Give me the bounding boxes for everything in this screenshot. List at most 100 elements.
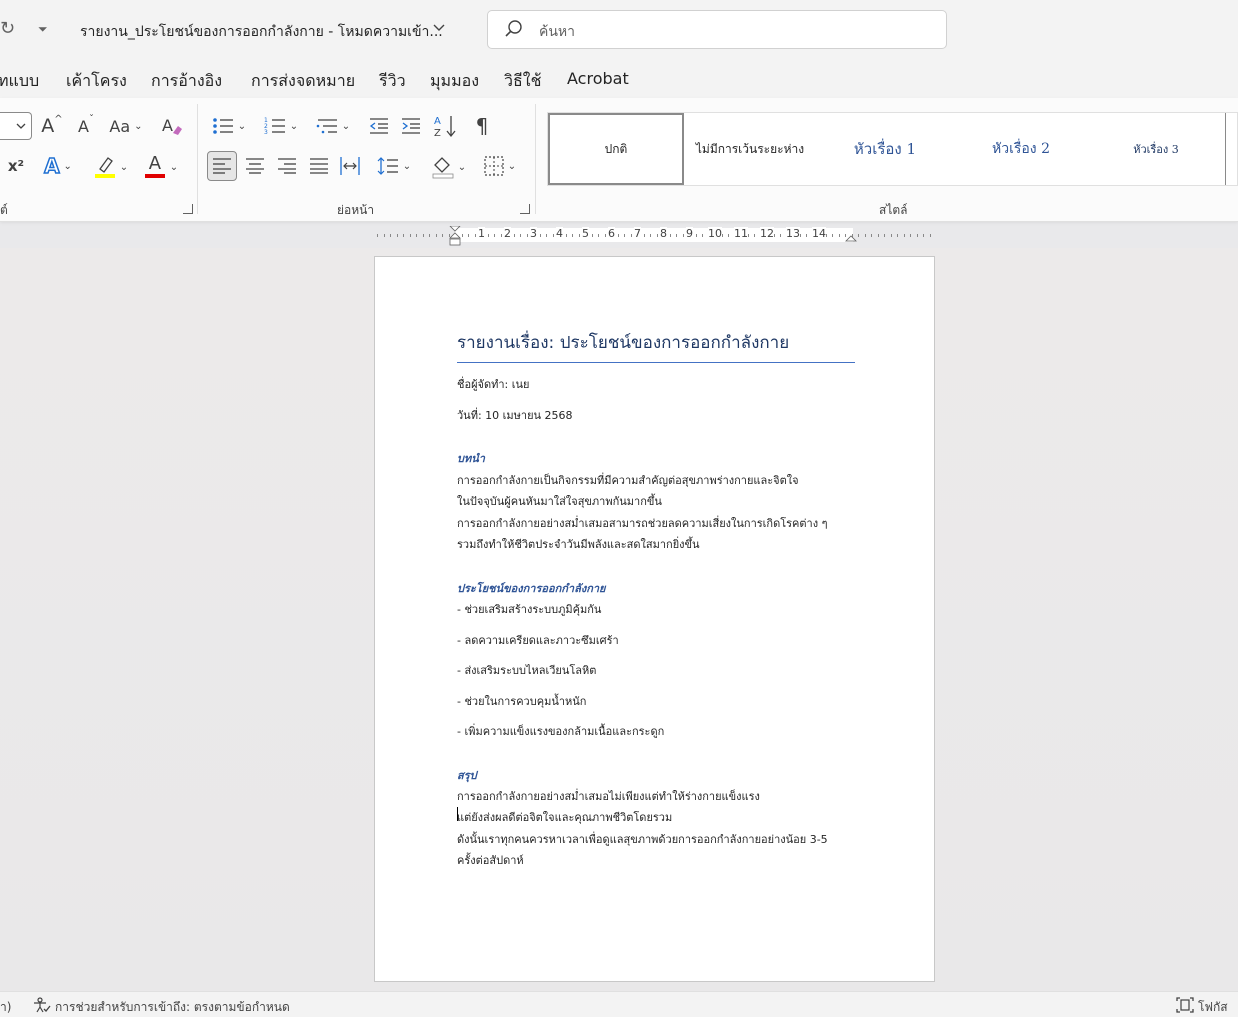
ruler-tick (403, 234, 404, 237)
shading-button[interactable]: ⌄ (428, 154, 470, 180)
tab-layout[interactable]: เค้าโครง (66, 69, 127, 94)
shrink-font-button[interactable]: Aˇ (74, 114, 98, 138)
distributed-button[interactable] (338, 154, 362, 178)
font-color-button[interactable]: A ⌄ (140, 153, 182, 180)
ruler-tick (916, 234, 918, 237)
benefit-item[interactable]: - ช่วยในการควบคุมน้ำหนัก (457, 692, 586, 710)
benefit-item[interactable]: - ช่วยเสริมสร้างระบบภูมิคุ้มกัน (457, 600, 601, 618)
horizontal-ruler[interactable]: 1 2 3 4 5 6 7 8 9 10 11 12 13 14 (375, 226, 935, 246)
summary-line[interactable]: ดังนั้นเราทุกคนควรหาเวลาเพื่อดูแลสุขภาพด… (457, 830, 828, 848)
style-normal-label: ปกติ (604, 141, 628, 156)
style-normal[interactable]: ปกติ (548, 113, 684, 185)
clear-formatting-button[interactable]: A (160, 114, 184, 138)
align-left-button[interactable] (207, 151, 237, 181)
borders-button[interactable]: ⌄ (479, 154, 521, 178)
focus-button[interactable]: โฟกัส (1198, 998, 1228, 1017)
benefits-title[interactable]: ประโยชน์ของการออกกำลังกาย (457, 579, 605, 597)
summary-line[interactable]: การออกกำลังกายอย่างสม่ำเสมอไม่เพียงแต่ทำ… (457, 787, 760, 805)
search-placeholder: ค้นหา (539, 24, 576, 40)
show-formatting-button[interactable]: ¶ (470, 114, 494, 138)
chevron-down-icon[interactable] (432, 20, 446, 38)
document-title[interactable]: รายงาน_ประโยชน์ของการออกกำลังกาย - โหมดค… (80, 21, 443, 43)
ruler-tick (669, 234, 671, 237)
benefit-item[interactable]: - ลดความเครียดและภาวะซึมเศร้า (457, 631, 619, 649)
document-heading[interactable]: รายงานเรื่อง: ประโยชน์ของการออกกำลังกาย (457, 329, 855, 363)
grow-font-button[interactable]: A ^ (40, 114, 64, 138)
change-case-button[interactable]: Aa ⌄ (106, 114, 146, 138)
grow-font-icon: A (41, 115, 55, 137)
paragraph-group-label: ย่อหน้า (337, 203, 375, 217)
intro-title[interactable]: บทนำ (457, 449, 485, 467)
tab-help[interactable]: วิธีใช้ (504, 69, 541, 94)
sort-button[interactable]: AZ (432, 112, 460, 140)
tab-mailings[interactable]: การส่งจดหมาย (251, 69, 355, 94)
ruler-tick (552, 234, 554, 237)
tab-acrobat[interactable]: Acrobat (567, 69, 629, 88)
tab-design[interactable]: ทแบบ (0, 69, 39, 94)
title-bar: ↻ ⏷ รายงาน_ประโยชน์ของการออกกำลังกาย - โ… (0, 0, 1238, 60)
style-heading-1[interactable]: หัวเรื่อง 1 (816, 113, 954, 185)
date-line[interactable]: วันที่: 10 เมษายน 2568 (457, 406, 573, 424)
tab-review[interactable]: รีวิว (379, 69, 406, 94)
style-heading-1-label: หัวเรื่อง 1 (853, 140, 917, 158)
style-heading-3[interactable]: หัวเรื่อง 3 (1088, 113, 1224, 185)
indent-marker-icon[interactable] (449, 226, 461, 248)
pilcrow-icon: ¶ (475, 114, 489, 138)
multilevel-list-button[interactable]: ⌄ (312, 114, 354, 138)
ruler-number: 8 (660, 227, 667, 240)
bullets-icon (212, 118, 233, 134)
document-page[interactable]: รายงานเรื่อง: ประโยชน์ของการออกกำลังกาย … (374, 256, 935, 982)
numbering-button[interactable]: 1 2 3 ⌄ (260, 114, 302, 138)
ruler-tick (474, 234, 476, 237)
summary-line[interactable]: แต่ยังส่งผลดีต่อจิตใจและคุณภาพชีวิตโดยรว… (457, 808, 672, 826)
search-box[interactable]: ค้นหา (487, 10, 947, 49)
font-size-dropdown[interactable] (0, 112, 32, 140)
styles-gallery: ปกติ ไม่มีการเว้นระยะห่าง หัวเรื่อง 1 หั… (547, 112, 1238, 186)
svg-text:A: A (162, 116, 173, 135)
highlight-color-button[interactable]: ⌄ (90, 154, 132, 180)
increase-indent-button[interactable] (399, 114, 423, 138)
align-center-button[interactable] (243, 154, 267, 178)
align-left-icon (213, 158, 231, 174)
intro-line[interactable]: ในปัจจุบันผู้คนหันมาใส่ใจสุขภาพกันมากขึ้… (457, 492, 662, 510)
ruler-tick (591, 234, 593, 237)
tab-references[interactable]: การอ้างอิง (151, 69, 222, 94)
status-fragment: า) (0, 1000, 12, 1014)
author-line[interactable]: ชื่อผู้จัดทำ: เนย (457, 375, 529, 393)
paragraph-dialog-launcher[interactable] (520, 204, 530, 214)
intro-line[interactable]: รวมถึงทำให้ชีวิตประจำวันมีพลังและสดใสมาก… (457, 535, 700, 553)
align-right-button[interactable] (275, 154, 299, 178)
shading-icon (432, 157, 454, 179)
ruler-tick (929, 234, 931, 237)
style-heading-2[interactable]: หัวเรื่อง 2 (956, 113, 1086, 185)
intro-line[interactable]: การออกกำลังกายเป็นกิจกรรมที่มีความสำคัญต… (457, 471, 799, 489)
style-heading-2-label: หัวเรื่อง 2 (992, 141, 1050, 157)
borders-icon (484, 156, 504, 176)
text-effects-button[interactable]: A ⌄ (38, 153, 78, 179)
superscript-icon: x² (7, 157, 25, 175)
tab-view[interactable]: มุมมอง (430, 69, 479, 94)
summary-title[interactable]: สรุป (457, 766, 477, 784)
superscript-button[interactable]: x² (6, 154, 26, 178)
ruler-tick (695, 234, 697, 237)
style-no-spacing[interactable]: ไม่มีการเว้นระยะห่าง (686, 113, 814, 185)
benefit-item[interactable]: - เพิ่มความแข็งแรงของกล้ามเนื้อและกระดูก (457, 722, 664, 740)
customize-quick-access-icon[interactable]: ⏷ (38, 22, 48, 37)
intro-line[interactable]: การออกกำลังกายอย่างสม่ำเสมอสามารถช่วยลดค… (457, 514, 828, 532)
ruler-tick (578, 234, 580, 237)
bullets-button[interactable]: ⌄ (208, 114, 250, 138)
accessibility-status[interactable]: การช่วยสำหรับการเข้าถึง: ตรงตามข้อกำหนด (55, 998, 290, 1017)
benefit-item[interactable]: - ส่งเสริมระบบไหลเวียนโลหิต (457, 661, 596, 679)
justify-button[interactable] (307, 154, 331, 178)
font-dialog-launcher[interactable] (183, 204, 193, 214)
right-indent-marker-icon[interactable] (845, 230, 857, 242)
document-canvas: รายงานเรื่อง: ประโยชน์ของการออกกำลังกาย … (0, 248, 1238, 991)
summary-line[interactable]: ครั้งต่อสัปดาห์ (457, 851, 524, 869)
focus-icon[interactable] (1175, 996, 1195, 1017)
redo-icon[interactable]: ↻ (0, 18, 15, 39)
ruler-tick (871, 234, 872, 237)
decrease-indent-button[interactable] (367, 114, 391, 138)
line-spacing-button[interactable]: ⌄ (373, 154, 415, 178)
ruler-tick (377, 234, 378, 237)
accessibility-icon[interactable] (33, 997, 51, 1017)
